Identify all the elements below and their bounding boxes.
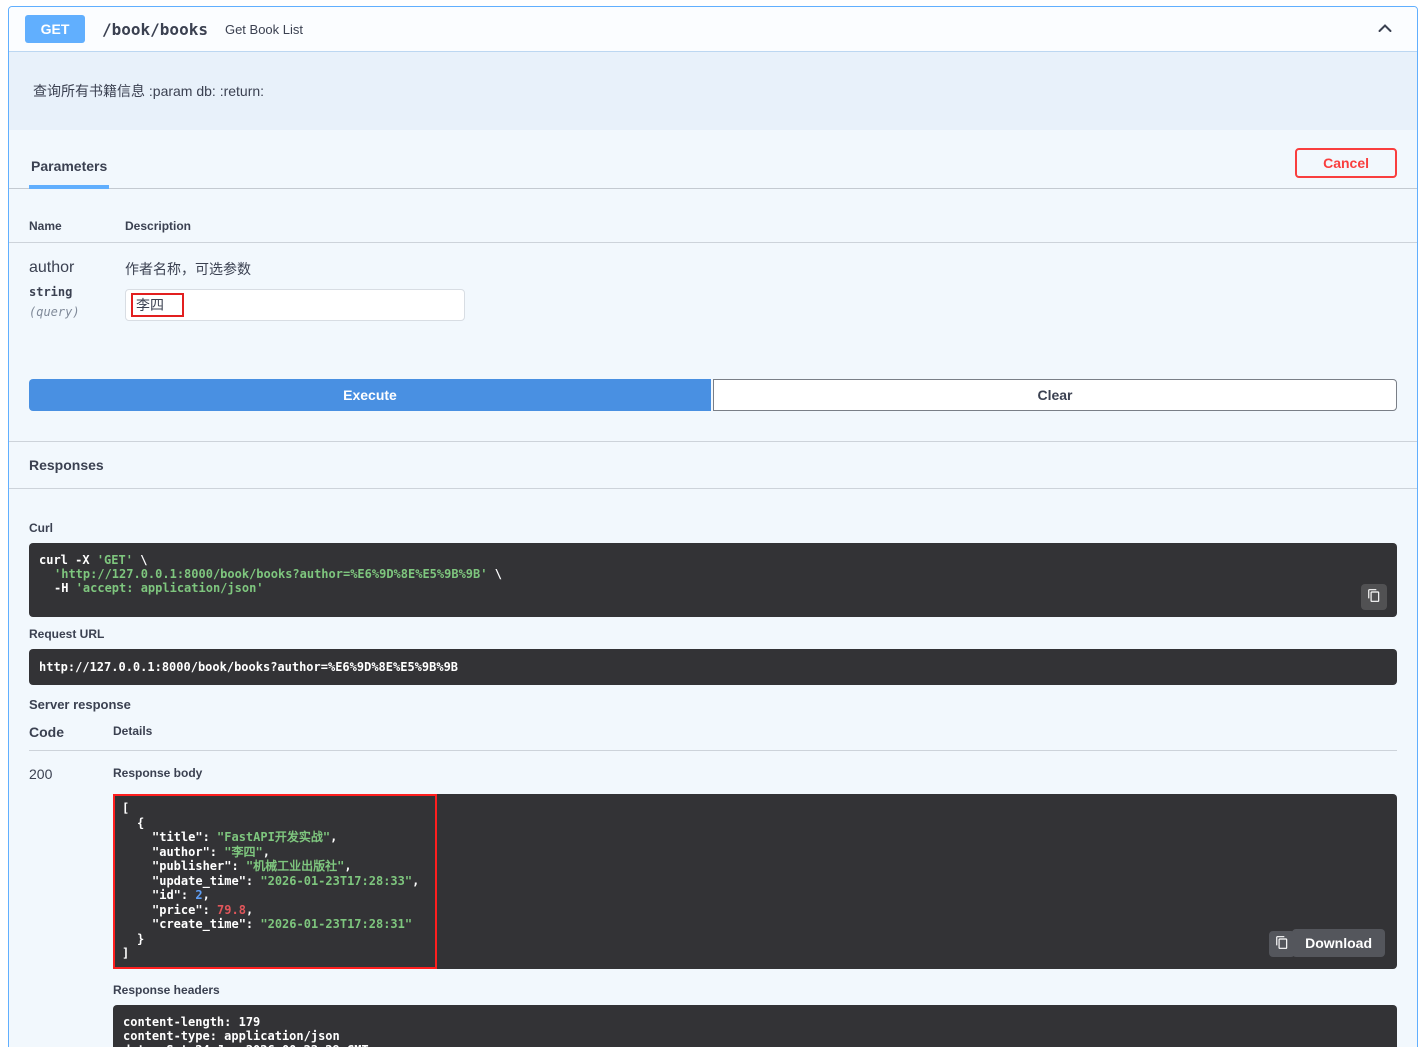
endpoint-description: 查询所有书籍信息 :param db: :return: [9, 52, 1417, 130]
collapse-button[interactable] [1369, 16, 1401, 43]
curl-line-2: 'http://127.0.0.1:8000/book/books?author… [39, 567, 1387, 581]
response-details-cell: Response body [ { "title": "FastAPI开发实战"… [113, 766, 1397, 1047]
endpoint-path: /book/books [102, 19, 208, 39]
column-code: Code [29, 724, 64, 740]
json-line: "create_time": "2026-01-23T17:28:31" [152, 917, 413, 931]
curl-line-1: curl -X 'GET' \ [39, 553, 1387, 567]
json-line: } [137, 931, 145, 946]
responses-inner: Curl curl -X 'GET' \ 'http://127.0.0.1:8… [9, 521, 1417, 1047]
response-header-line: date: Sat,24 Jan 2026 00:22:29 GMT [123, 1043, 1387, 1047]
clipboard-icon [1275, 935, 1289, 953]
json-line: "title": "FastAPI开发实战", [152, 830, 338, 844]
server-response-label: Server response [29, 697, 131, 712]
curl-flag-h: -H [54, 581, 69, 595]
json-line: ] [122, 946, 130, 960]
response-headers-block: content-length: 179 content-type: applic… [113, 1004, 1397, 1047]
author-input[interactable]: 李四 [125, 289, 465, 321]
parameter-name-cell: author string (query) [29, 259, 125, 321]
annotation-highlight-box: [ { "title": "FastAPI开发实战", "author": "李… [113, 794, 438, 969]
curl-url-arg: 'http://127.0.0.1:8000/book/books?author… [54, 567, 488, 581]
json-line: { [137, 815, 145, 830]
curl-line-3: -H 'accept: application/json' [39, 581, 1387, 595]
endpoint-summary-row[interactable]: GET /book/books Get Book List [9, 7, 1417, 52]
curl-command: curl [39, 553, 68, 567]
endpoint-panel: GET /book/books Get Book List 查询所有书籍信息 :… [8, 6, 1418, 1047]
line-continuation: \ [494, 567, 502, 581]
parameters-section-header: Parameters Cancel [9, 130, 1417, 189]
response-header-line: content-length: 179 [123, 1014, 261, 1029]
column-description: Description [125, 219, 192, 233]
request-url-value: http://127.0.0.1:8000/book/books?author=… [39, 660, 459, 674]
curl-block: curl -X 'GET' \ 'http://127.0.0.1:8000/b… [29, 543, 1397, 617]
parameter-description-cell: 作者名称，可选参数 李四 [125, 259, 1397, 321]
responses-section: Responses Curl curl -X 'GET' \ 'http://1… [9, 441, 1417, 1047]
clear-button[interactable]: Clear [713, 379, 1397, 411]
parameter-name: author [29, 259, 75, 276]
chevron-up-icon [1375, 23, 1395, 41]
json-line: [ [122, 801, 130, 815]
http-method-badge: GET [25, 15, 85, 43]
json-line: "id": 2, [152, 888, 210, 902]
author-input-value: 李四 [136, 297, 164, 313]
cancel-button[interactable]: Cancel [1295, 148, 1397, 178]
parameter-type: string [29, 285, 73, 299]
response-header-line: content-type: application/json [123, 1028, 340, 1043]
execute-row: Execute Clear [29, 379, 1397, 411]
annotation-highlight-box: 李四 [131, 293, 184, 317]
curl-accept-header: 'accept: application/json' [75, 581, 264, 595]
endpoint-summary: Get Book List [224, 21, 304, 37]
parameter-row: author string (query) 作者名称，可选参数 李四 [9, 243, 1417, 321]
curl-label: Curl [29, 521, 53, 535]
tab-parameters[interactable]: Parameters [29, 152, 110, 189]
server-response-table-header: Code Details [29, 712, 1397, 751]
json-line: "update_time": "2026-01-23T17:28:33", [152, 873, 420, 888]
copy-response-button[interactable] [1269, 930, 1295, 957]
json-line: "price": 79.8, [152, 902, 254, 917]
line-continuation: \ [140, 553, 148, 567]
responses-title: Responses [9, 442, 1417, 489]
json-line: "publisher": "机械工业出版社", [152, 859, 352, 873]
status-code: 200 [29, 766, 53, 782]
parameter-description: 作者名称，可选参数 [125, 261, 251, 277]
request-url-block: http://127.0.0.1:8000/book/books?author=… [29, 649, 1397, 685]
curl-flag-x: -X [75, 553, 90, 567]
clipboard-icon [1367, 588, 1381, 606]
request-url-label: Request URL [29, 627, 105, 641]
response-body-block: [ { "title": "FastAPI开发实战", "author": "李… [113, 794, 1397, 969]
server-response-row: 200 Response body [ { "title": "FastAPI开… [29, 751, 1397, 1047]
response-body-label: Response body [113, 766, 203, 780]
curl-method-arg: 'GET' [96, 553, 133, 567]
response-headers-label: Response headers [113, 982, 220, 997]
parameter-location: (query) [29, 305, 80, 319]
column-name: Name [29, 219, 62, 233]
execute-button[interactable]: Execute [29, 379, 711, 411]
parameters-table-header: Name Description [9, 189, 1417, 243]
column-details: Details [113, 724, 153, 738]
download-button[interactable]: Download [1292, 928, 1385, 957]
json-line: "author": "李四", [152, 844, 270, 859]
copy-curl-button[interactable] [1361, 584, 1387, 610]
